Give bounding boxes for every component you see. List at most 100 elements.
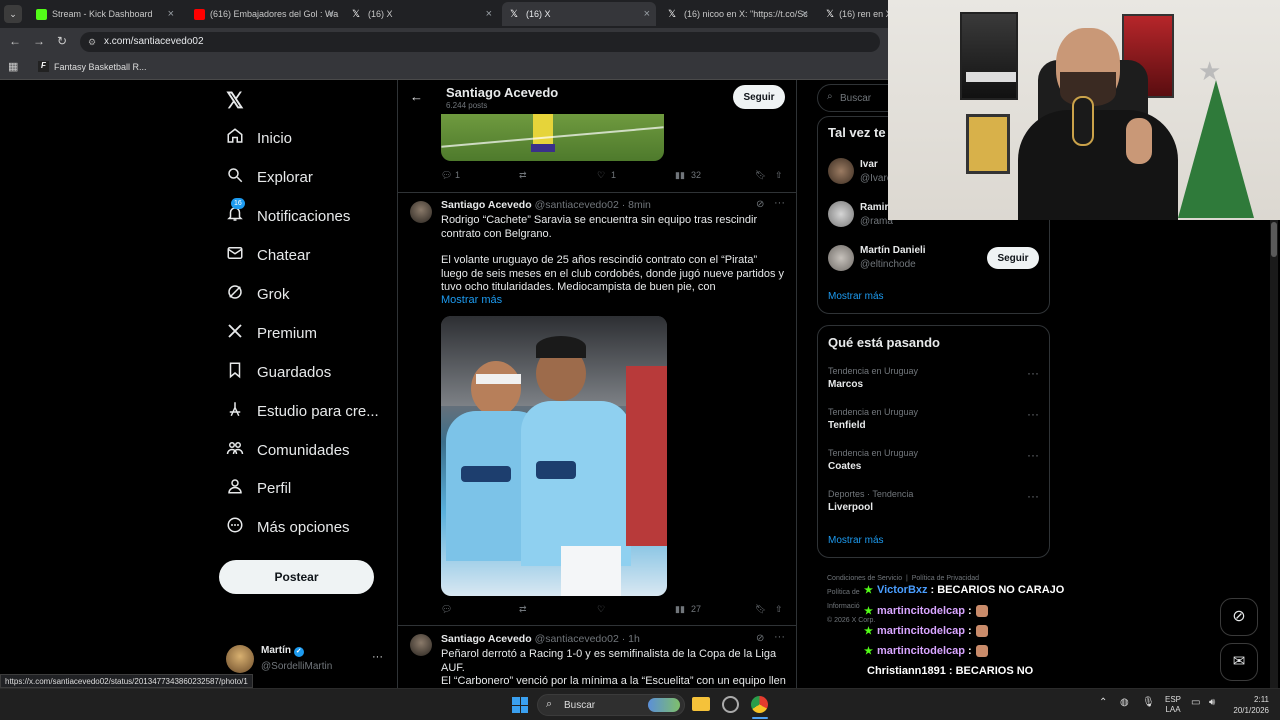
tweet-image[interactable]: [441, 114, 664, 161]
tab-x-4[interactable]: 𝕏 (16) ren en X:: [818, 2, 888, 26]
trend-item[interactable]: Tendencia en Uruguay Tenfield: [828, 407, 918, 431]
tab-x-3[interactable]: 𝕏 (16) nicoo en X: "https://t.co/Sc ×: [660, 2, 814, 26]
views-icon[interactable]: ▮▮: [675, 604, 685, 615]
apps-grid-icon[interactable]: ▦: [8, 60, 18, 73]
bookmark-icon[interactable]: 🔖︎: [755, 604, 766, 615]
tab-x-1[interactable]: 𝕏 (16) X ×: [344, 2, 498, 26]
scrollbar-thumb[interactable]: [1271, 222, 1277, 257]
address-bar[interactable]: ⚙ x.com/santiacevedo02: [80, 32, 880, 52]
like-icon[interactable]: ♡: [597, 170, 605, 181]
messages-fab[interactable]: ✉: [1220, 643, 1258, 681]
mail-icon: [226, 244, 257, 266]
close-icon[interactable]: ×: [644, 8, 650, 20]
tweet[interactable]: Santiago Acevedo @santiacevedo02 · 8min …: [398, 193, 796, 627]
grok-fab[interactable]: ⊘: [1220, 598, 1258, 636]
microphone: [1072, 96, 1094, 146]
tweet[interactable]: Santiago Acevedo @santiacevedo02 · 1h ⊘ …: [398, 626, 796, 688]
tab-youtube[interactable]: (616) Embajadores del Gol : Wa ×: [186, 2, 340, 26]
share-icon[interactable]: ⇧: [775, 170, 783, 181]
back-arrow-icon[interactable]: ←: [410, 89, 423, 104]
emote-icon: [975, 625, 988, 637]
privacy-link[interactable]: Política de Privacidad: [912, 575, 979, 582]
x-logo-icon[interactable]: 𝕏: [226, 88, 244, 114]
retweet-icon[interactable]: ⇄: [519, 170, 527, 181]
tab-kick[interactable]: Stream - Kick Dashboard ×: [28, 2, 180, 26]
more-icon[interactable]: ···: [1027, 366, 1039, 380]
back-icon[interactable]: ←: [9, 34, 21, 48]
sidebar-item-label: Inicio: [257, 129, 293, 147]
tray-app-icon[interactable]: ◍: [1120, 697, 1129, 708]
taskbar-search[interactable]: ⌕ Buscar: [537, 694, 685, 716]
search-box[interactable]: ⌕ Buscar: [817, 84, 897, 112]
microphone-icon[interactable]: 🎙︎: [1142, 697, 1155, 708]
close-icon[interactable]: ×: [486, 8, 492, 20]
sidebar-item-inicio[interactable]: Inicio: [226, 123, 292, 153]
chat-username[interactable]: VictorBxz: [877, 584, 928, 596]
post-button[interactable]: Postear: [219, 560, 374, 594]
trend-item[interactable]: Tendencia en Uruguay Coates: [828, 448, 918, 472]
chat-username[interactable]: martincitodelcap: [877, 605, 965, 617]
like-icon[interactable]: ♡: [597, 604, 605, 615]
forward-icon[interactable]: →: [33, 34, 45, 48]
sidebar-item-explorar[interactable]: Explorar: [226, 162, 313, 192]
show-more-link[interactable]: Mostrar más: [828, 291, 884, 302]
reload-icon[interactable]: ↻: [57, 34, 67, 48]
account-switcher[interactable]: Martín ✓ @SordelliMartin ···: [226, 643, 386, 677]
site-info-icon[interactable]: ⚙: [88, 32, 96, 52]
reply-icon[interactable]: 💬︎: [441, 170, 452, 181]
sidebar-item-premium[interactable]: Premium: [226, 318, 317, 348]
sidebar-item-chatear[interactable]: Chatear: [226, 240, 310, 270]
more-icon[interactable]: ···: [1027, 489, 1039, 503]
tab-x-2[interactable]: 𝕏 (16) X ×: [502, 2, 656, 26]
more-icon[interactable]: ···: [1027, 448, 1039, 462]
show-more-link[interactable]: Mostrar más: [828, 535, 884, 546]
trend-item[interactable]: Deportes · Tendencia Liverpool: [828, 489, 913, 513]
chat-username[interactable]: martincitodelcap: [877, 625, 965, 637]
terms-link[interactable]: Condiciones de Servicio: [827, 575, 902, 582]
search-icon: ⌕: [546, 698, 553, 710]
clock[interactable]: 2:11 20/1/2026: [1225, 694, 1269, 716]
tab-title: (16) ren en X:: [839, 9, 888, 19]
close-icon[interactable]: ×: [168, 8, 174, 20]
share-icon[interactable]: ⇧: [775, 604, 783, 615]
tab-list-button[interactable]: ⌄: [4, 5, 22, 23]
sidebar-item-más-opciones[interactable]: Más opciones: [226, 512, 350, 542]
file-explorer-icon[interactable]: [692, 697, 710, 711]
network-icon[interactable]: ▭: [1191, 697, 1200, 708]
retweet-icon[interactable]: ⇄: [519, 604, 527, 615]
bookmark-icon: [226, 361, 257, 383]
app-icon[interactable]: [722, 696, 739, 713]
more-icon[interactable]: ···: [774, 197, 785, 209]
chat-username[interactable]: Christiann1891: [867, 665, 946, 677]
chat-text: :: [968, 625, 972, 637]
reply-icon[interactable]: 💬︎: [441, 604, 452, 615]
grok-icon[interactable]: ⊘: [756, 199, 764, 210]
bookmark-icon[interactable]: 🔖︎: [755, 170, 766, 181]
scrollbar[interactable]: [1270, 220, 1278, 688]
sidebar-item-notificaciones[interactable]: 16 Notificaciones: [226, 198, 350, 231]
bookmark-fantasy[interactable]: F Fantasy Basketball R...: [38, 61, 147, 72]
tray-chevron-icon[interactable]: ⌃: [1099, 697, 1107, 708]
views-icon[interactable]: ▮▮: [675, 170, 685, 181]
sidebar-item-grok[interactable]: Grok: [226, 279, 290, 309]
close-icon[interactable]: ×: [802, 8, 808, 20]
sidebar-item-perfil[interactable]: Perfil: [226, 473, 291, 503]
more-icon[interactable]: ···: [774, 631, 785, 643]
more-icon[interactable]: ···: [1027, 407, 1039, 421]
tweet-image[interactable]: [441, 316, 667, 596]
follow-button[interactable]: Seguir: [733, 85, 785, 109]
grok-icon[interactable]: ⊘: [756, 633, 764, 644]
more-icon[interactable]: ···: [372, 651, 383, 663]
sidebar-item-guardados[interactable]: Guardados: [226, 357, 331, 387]
chrome-icon[interactable]: [751, 696, 768, 713]
sidebar-item-comunidades[interactable]: Comunidades: [226, 435, 350, 465]
language-indicator[interactable]: ESP LAA: [1165, 695, 1181, 715]
windows-start-icon[interactable]: [512, 697, 528, 713]
close-icon[interactable]: ×: [328, 8, 334, 20]
show-more-link[interactable]: Mostrar más: [441, 294, 502, 306]
chat-username[interactable]: martincitodelcap: [877, 645, 965, 657]
trend-item[interactable]: Tendencia en Uruguay Marcos: [828, 366, 918, 390]
sidebar-item-estudio-para-cre[interactable]: Estudio para cre...: [226, 396, 379, 426]
follow-button[interactable]: Seguir: [987, 247, 1039, 269]
volume-icon[interactable]: 🔊︎: [1209, 697, 1215, 708]
